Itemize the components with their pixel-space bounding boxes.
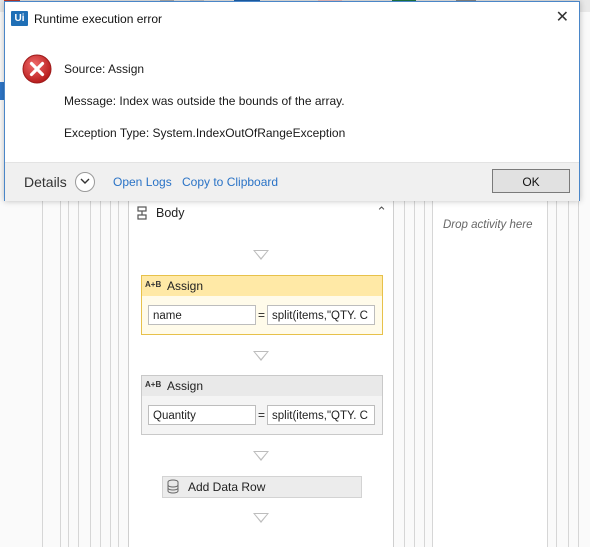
database-icon bbox=[167, 479, 179, 494]
scope-border bbox=[556, 200, 557, 547]
scope-border bbox=[78, 200, 79, 547]
body-title: Body bbox=[156, 206, 185, 220]
scope-border bbox=[110, 200, 111, 547]
assign-icon: A+B bbox=[145, 280, 162, 289]
assign-header[interactable]: A+B Assign bbox=[142, 276, 382, 296]
assign-to-input[interactable]: Quantity bbox=[148, 405, 256, 425]
dialog-footer: Details Open Logs Copy to Clipboard OK bbox=[5, 162, 579, 201]
chevron-down-icon bbox=[80, 178, 90, 184]
exception-type: Exception Type: System.IndexOutOfRangeEx… bbox=[64, 126, 346, 140]
drop-zone-panel[interactable]: Drop activity here bbox=[432, 200, 548, 547]
collapse-icon[interactable]: ⌃︎ bbox=[376, 204, 387, 220]
runtime-error-dialog[interactable]: Ui Runtime execution error ✕ Source: Ass… bbox=[4, 1, 580, 201]
equals-sign: = bbox=[258, 308, 266, 322]
error-source: Source: Assign bbox=[64, 62, 145, 76]
add-data-row-label: Add Data Row bbox=[188, 480, 266, 494]
add-data-row-activity[interactable]: Add Data Row bbox=[162, 476, 362, 498]
scope-border bbox=[568, 200, 569, 547]
dialog-titlebar[interactable]: Ui Runtime execution error ✕ bbox=[5, 2, 579, 35]
sequence-icon bbox=[137, 206, 147, 220]
assign-value-input[interactable]: split(items,"QTY. C bbox=[267, 405, 375, 425]
ok-button[interactable]: OK bbox=[492, 169, 570, 193]
assign-to-input[interactable]: name bbox=[148, 305, 256, 325]
assign-header[interactable]: A+B Assign bbox=[142, 376, 382, 396]
assign-title: Assign bbox=[167, 379, 204, 393]
assign-value-input[interactable]: split(items,"QTY. C bbox=[267, 305, 375, 325]
close-icon[interactable]: ✕ bbox=[556, 7, 569, 27]
scope-border bbox=[100, 200, 101, 547]
open-logs-link[interactable]: Open Logs bbox=[113, 175, 172, 189]
scope-border bbox=[118, 200, 119, 547]
uipath-logo: Ui bbox=[11, 11, 28, 26]
error-message: Message: Index was outside the bounds of… bbox=[64, 94, 345, 108]
drop-target-arrow[interactable] bbox=[253, 250, 269, 260]
dialog-title: Runtime execution error bbox=[34, 12, 163, 26]
assign-activity-quantity[interactable]: A+B Assign Quantity = split(items,"QTY. … bbox=[141, 375, 383, 435]
assign-icon: A+B bbox=[145, 380, 162, 389]
scope-border bbox=[578, 200, 579, 547]
scope-border bbox=[424, 200, 425, 547]
drop-activity-hint: Drop activity here bbox=[443, 219, 533, 231]
drop-target-arrow[interactable] bbox=[253, 513, 269, 523]
copy-to-clipboard-link[interactable]: Copy to Clipboard bbox=[182, 175, 278, 189]
assign-activity-name[interactable]: A+B Assign name = split(items,"QTY. C bbox=[141, 275, 383, 335]
scope-border bbox=[68, 200, 69, 547]
drop-target-arrow[interactable] bbox=[253, 351, 269, 361]
scope-border bbox=[404, 200, 405, 547]
scope-border bbox=[42, 200, 43, 547]
body-header[interactable]: Body ⌃︎ bbox=[129, 200, 393, 226]
error-icon bbox=[22, 54, 52, 84]
equals-sign: = bbox=[258, 408, 266, 422]
drop-target-arrow[interactable] bbox=[253, 451, 269, 461]
scope-border bbox=[414, 200, 415, 547]
details-label: Details bbox=[24, 174, 67, 190]
assign-title: Assign bbox=[167, 279, 204, 293]
body-sequence[interactable]: Body ⌃︎ A+B Assign name = split(items,"Q… bbox=[128, 200, 394, 547]
scope-border bbox=[90, 200, 91, 547]
details-expand-button[interactable] bbox=[75, 172, 95, 192]
scope-border bbox=[60, 200, 61, 547]
